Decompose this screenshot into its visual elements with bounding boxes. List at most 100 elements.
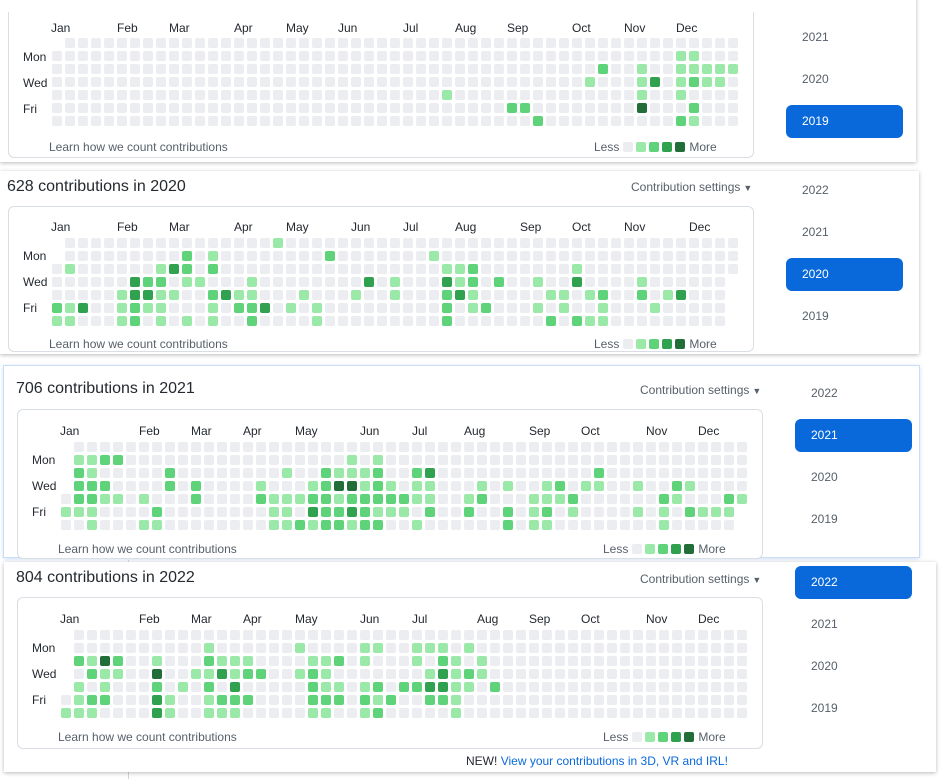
day-cell[interactable] — [546, 303, 556, 313]
day-cell[interactable] — [555, 643, 565, 653]
day-cell[interactable] — [139, 708, 149, 718]
day-cell[interactable] — [373, 630, 383, 640]
day-cell[interactable] — [52, 64, 62, 74]
day-cell[interactable] — [243, 669, 253, 679]
day-cell[interactable] — [217, 468, 227, 478]
day-cell[interactable] — [711, 442, 721, 452]
day-cell[interactable] — [490, 669, 500, 679]
day-cell[interactable] — [217, 630, 227, 640]
day-cell[interactable] — [607, 494, 617, 504]
day-cell[interactable] — [425, 494, 435, 504]
day-cell[interactable] — [182, 264, 192, 274]
day-cell[interactable] — [477, 481, 487, 491]
day-cell[interactable] — [520, 290, 530, 300]
day-cell[interactable] — [568, 507, 578, 517]
day-cell[interactable] — [139, 656, 149, 666]
day-cell[interactable] — [113, 656, 123, 666]
day-cell[interactable] — [438, 643, 448, 653]
day-cell[interactable] — [503, 656, 513, 666]
day-cell[interactable] — [611, 238, 621, 248]
day-cell[interactable] — [620, 455, 630, 465]
day-cell[interactable] — [403, 277, 413, 287]
day-cell[interactable] — [104, 316, 114, 326]
day-cell[interactable] — [490, 468, 500, 478]
day-cell[interactable] — [113, 442, 123, 452]
day-cell[interactable] — [646, 669, 656, 679]
day-cell[interactable] — [243, 643, 253, 653]
day-cell[interactable] — [507, 38, 517, 48]
day-cell[interactable] — [581, 468, 591, 478]
day-cell[interactable] — [490, 507, 500, 517]
day-cell[interactable] — [191, 520, 201, 530]
day-cell[interactable] — [598, 64, 608, 74]
year-link-2022[interactable]: 2022 — [786, 174, 903, 207]
day-cell[interactable] — [182, 116, 192, 126]
day-cell[interactable] — [633, 630, 643, 640]
day-cell[interactable] — [594, 507, 604, 517]
day-cell[interactable] — [494, 64, 504, 74]
day-cell[interactable] — [269, 708, 279, 718]
day-cell[interactable] — [117, 316, 127, 326]
day-cell[interactable] — [308, 481, 318, 491]
day-cell[interactable] — [468, 51, 478, 61]
day-cell[interactable] — [399, 468, 409, 478]
day-cell[interactable] — [698, 656, 708, 666]
day-cell[interactable] — [243, 455, 253, 465]
day-cell[interactable] — [269, 643, 279, 653]
day-cell[interactable] — [676, 38, 686, 48]
day-cell[interactable] — [533, 238, 543, 248]
day-cell[interactable] — [737, 643, 747, 653]
day-cell[interactable] — [117, 90, 127, 100]
day-cell[interactable] — [646, 494, 656, 504]
day-cell[interactable] — [429, 316, 439, 326]
day-cell[interactable] — [377, 303, 387, 313]
day-cell[interactable] — [165, 442, 175, 452]
day-cell[interactable] — [282, 455, 292, 465]
day-cell[interactable] — [702, 90, 712, 100]
day-cell[interactable] — [711, 630, 721, 640]
day-cell[interactable] — [503, 468, 513, 478]
day-cell[interactable] — [399, 669, 409, 679]
day-cell[interactable] — [243, 481, 253, 491]
day-cell[interactable] — [585, 116, 595, 126]
day-cell[interactable] — [555, 494, 565, 504]
day-cell[interactable] — [507, 290, 517, 300]
day-cell[interactable] — [169, 116, 179, 126]
day-cell[interactable] — [130, 303, 140, 313]
day-cell[interactable] — [321, 643, 331, 653]
day-cell[interactable] — [308, 669, 318, 679]
day-cell[interactable] — [386, 520, 396, 530]
day-cell[interactable] — [351, 277, 361, 287]
day-cell[interactable] — [542, 708, 552, 718]
day-cell[interactable] — [455, 51, 465, 61]
day-cell[interactable] — [611, 103, 621, 113]
day-cell[interactable] — [139, 669, 149, 679]
day-cell[interactable] — [377, 77, 387, 87]
day-cell[interactable] — [624, 303, 634, 313]
day-cell[interactable] — [52, 77, 62, 87]
day-cell[interactable] — [100, 682, 110, 692]
day-cell[interactable] — [156, 38, 166, 48]
day-cell[interactable] — [663, 51, 673, 61]
day-cell[interactable] — [399, 442, 409, 452]
day-cell[interactable] — [299, 38, 309, 48]
day-cell[interactable] — [490, 708, 500, 718]
day-cell[interactable] — [685, 520, 695, 530]
day-cell[interactable] — [217, 481, 227, 491]
day-cell[interactable] — [169, 264, 179, 274]
day-cell[interactable] — [321, 520, 331, 530]
day-cell[interactable] — [230, 520, 240, 530]
day-cell[interactable] — [455, 303, 465, 313]
day-cell[interactable] — [191, 669, 201, 679]
day-cell[interactable] — [698, 520, 708, 530]
day-cell[interactable] — [455, 264, 465, 274]
day-cell[interactable] — [126, 520, 136, 530]
day-cell[interactable] — [334, 468, 344, 478]
day-cell[interactable] — [234, 290, 244, 300]
day-cell[interactable] — [204, 630, 214, 640]
day-cell[interactable] — [247, 264, 257, 274]
day-cell[interactable] — [65, 238, 75, 248]
day-cell[interactable] — [113, 520, 123, 530]
day-cell[interactable] — [598, 251, 608, 261]
day-cell[interactable] — [585, 303, 595, 313]
